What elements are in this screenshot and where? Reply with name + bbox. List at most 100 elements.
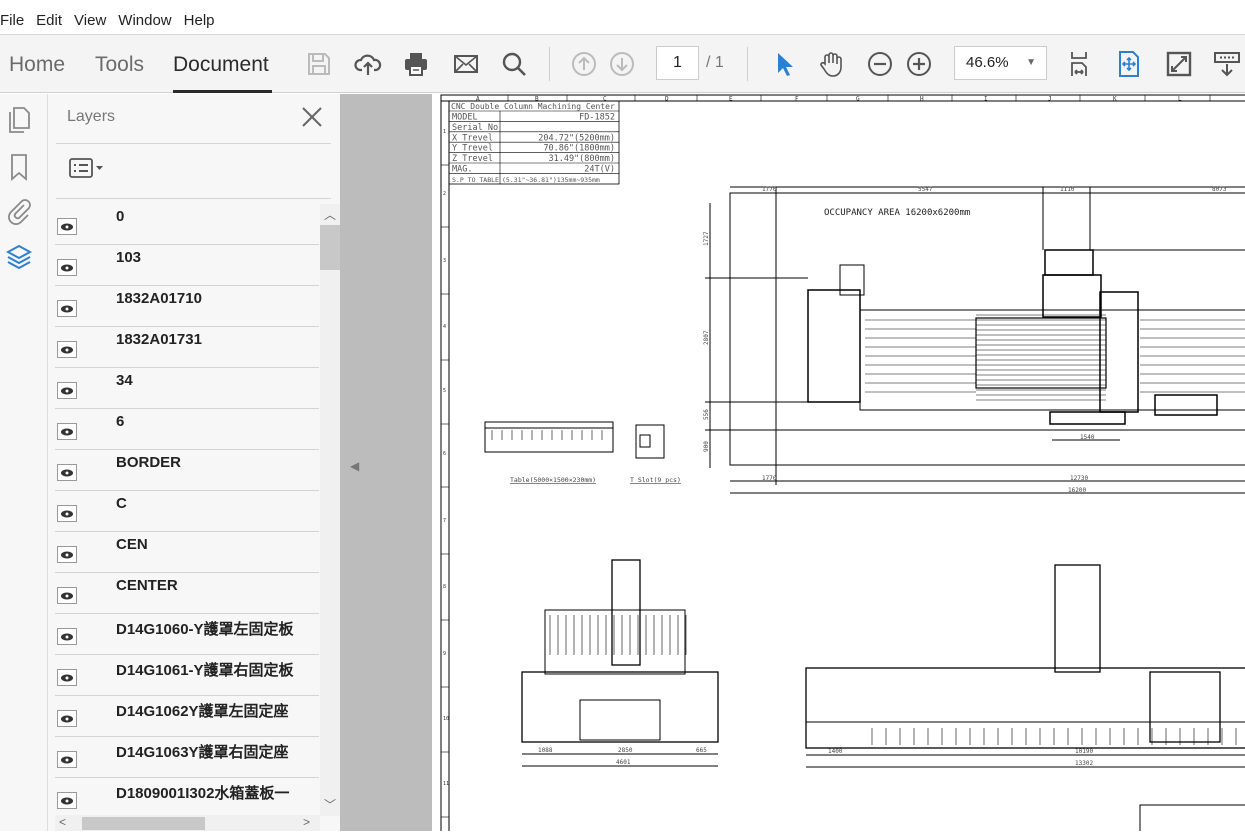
dim-label: 5547: [918, 186, 933, 193]
eye-visibility-icon[interactable]: [57, 300, 77, 317]
layer-item[interactable]: 1832A01710: [55, 286, 319, 327]
dim-label: 2850: [618, 747, 633, 754]
layers-panel: Layers 0 103 1832A01710 1832A01731 34 6 BORDER…: [48, 94, 340, 831]
row-label: 9: [443, 651, 446, 657]
cloud-upload-icon[interactable]: [352, 48, 384, 80]
layer-item[interactable]: D14G1063Y護罩右固定座: [55, 737, 319, 778]
fit-page-icon[interactable]: [1113, 48, 1145, 80]
read-mode-icon[interactable]: [1211, 48, 1243, 80]
horizontal-scrollbar[interactable]: < >: [55, 815, 320, 831]
layer-name: C: [116, 495, 127, 512]
eye-visibility-icon[interactable]: [57, 382, 77, 399]
layer-item[interactable]: C: [55, 491, 319, 532]
menu-help[interactable]: Help: [184, 12, 221, 29]
layer-item[interactable]: 103: [55, 245, 319, 286]
search-icon[interactable]: [498, 48, 530, 80]
spec-value: 31.49"(800mm): [548, 154, 615, 164]
collapse-panel-icon[interactable]: ◀: [350, 459, 359, 473]
row-label: 10: [443, 716, 449, 722]
eye-visibility-icon[interactable]: [57, 628, 77, 645]
save-icon[interactable]: [303, 48, 335, 80]
front-view: [521, 559, 719, 767]
eye-visibility-icon[interactable]: [57, 587, 77, 604]
layer-name: 34: [116, 372, 133, 389]
zoom-out-icon[interactable]: [864, 48, 896, 80]
spec-value: 24T(V): [584, 165, 615, 175]
eye-visibility-icon[interactable]: [57, 218, 77, 235]
column-label: G: [856, 96, 860, 103]
menu-window[interactable]: Window: [118, 12, 177, 29]
eye-visibility-icon[interactable]: [57, 546, 77, 563]
zoom-level-select[interactable]: 46.6% ▼: [954, 46, 1047, 80]
panel-splitter[interactable]: ◀: [340, 94, 432, 831]
eye-visibility-icon[interactable]: [57, 792, 77, 809]
layer-item[interactable]: D1809001I302水箱蓋板一: [55, 778, 319, 816]
dim-label: 1110: [1060, 186, 1075, 193]
eye-visibility-icon[interactable]: [57, 341, 77, 358]
vertical-scrollbar[interactable]: ︿ ﹀: [320, 204, 340, 816]
eye-visibility-icon[interactable]: [57, 505, 77, 522]
layer-item[interactable]: CEN: [55, 532, 319, 573]
hand-tool-icon[interactable]: [815, 48, 847, 80]
dim-label: 2807: [703, 330, 710, 345]
tab-home[interactable]: Home: [9, 35, 65, 93]
zoom-in-icon[interactable]: [903, 48, 935, 80]
attachments-icon[interactable]: [6, 195, 32, 225]
eye-visibility-icon[interactable]: [57, 751, 77, 768]
scroll-up-icon[interactable]: ︿: [324, 206, 336, 223]
menu-view[interactable]: View: [74, 12, 112, 29]
layer-item[interactable]: BORDER: [55, 450, 319, 491]
spec-label: Z Trevel: [452, 154, 493, 164]
scroll-right-icon[interactable]: >: [303, 815, 310, 829]
menu-file[interactable]: File: [0, 12, 30, 29]
eye-visibility-icon[interactable]: [57, 423, 77, 440]
eye-visibility-icon[interactable]: [57, 710, 77, 727]
page-total: / 1: [706, 54, 724, 71]
layer-item[interactable]: CENTER: [55, 573, 319, 614]
layer-item[interactable]: 0: [55, 204, 319, 245]
document-view[interactable]: ABCDEFGHIJKL 1 2 3 4 5 6 7 8 9 10 11 CNC Double Co…: [432, 94, 1245, 836]
layer-name: D14G1062Y護罩左固定座: [116, 703, 289, 720]
column-label: J: [1048, 96, 1052, 103]
eye-visibility-icon[interactable]: [57, 669, 77, 686]
print-icon[interactable]: [400, 48, 432, 80]
bookmarks-icon[interactable]: [6, 152, 32, 182]
scroll-left-icon[interactable]: <: [59, 815, 66, 829]
column-label: L: [1178, 96, 1182, 103]
close-icon[interactable]: [301, 106, 323, 128]
select-cursor-icon[interactable]: [768, 48, 800, 80]
scroll-down-icon[interactable]: ﹀: [324, 796, 336, 813]
dim-label: 1770: [762, 186, 777, 193]
layer-item[interactable]: 1832A01731: [55, 327, 319, 368]
layer-name: 1832A01710: [116, 290, 202, 307]
tab-tools[interactable]: Tools: [95, 35, 144, 93]
vertical-scroll-thumb[interactable]: [320, 225, 340, 270]
spec-value: FD-1852: [579, 113, 615, 123]
dim-label: 16200: [1068, 487, 1086, 494]
pages-icon[interactable]: [6, 106, 32, 136]
dim-label: 12730: [1070, 475, 1088, 482]
previous-page-icon[interactable]: [568, 48, 600, 80]
full-screen-icon[interactable]: [1163, 48, 1195, 80]
eye-visibility-icon[interactable]: [57, 464, 77, 481]
horizontal-scroll-thumb[interactable]: [82, 817, 205, 830]
layer-item[interactable]: 6: [55, 409, 319, 450]
layer-item[interactable]: D14G1061-Y護罩右固定板: [55, 655, 319, 696]
layer-item[interactable]: D14G1060-Y護罩左固定板: [55, 614, 319, 655]
toolbar-separator: [549, 47, 550, 81]
dim-label: 1770: [762, 475, 777, 482]
next-page-icon[interactable]: [606, 48, 638, 80]
tab-document[interactable]: Document: [173, 35, 272, 93]
layer-item[interactable]: 34: [55, 368, 319, 409]
page-number-input[interactable]: 1: [656, 46, 699, 80]
email-icon[interactable]: [450, 48, 482, 80]
layers-icon[interactable]: [5, 242, 33, 272]
column-label: H: [920, 96, 924, 103]
layer-item[interactable]: D14G1062Y護罩左固定座: [55, 696, 319, 737]
layers-options-icon[interactable]: [68, 157, 108, 181]
fit-width-icon[interactable]: [1063, 48, 1095, 80]
layer-name: 103: [116, 249, 142, 266]
eye-visibility-icon[interactable]: [57, 259, 77, 276]
menu-edit[interactable]: Edit: [36, 12, 68, 29]
row-label: 3: [443, 258, 446, 264]
